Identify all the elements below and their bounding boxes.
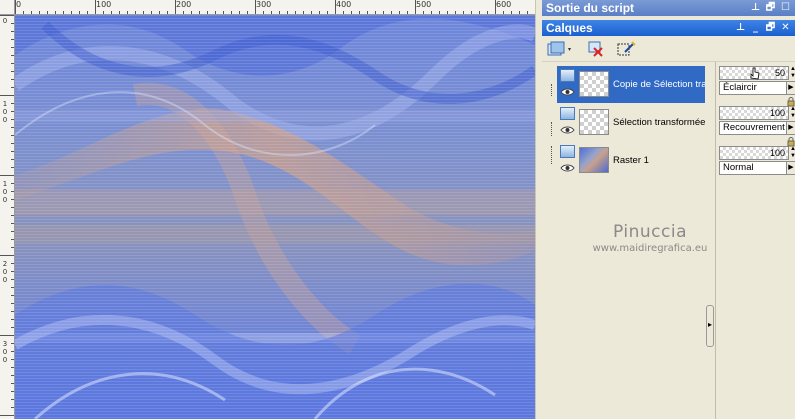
spin-down-icon[interactable]: ▼ — [790, 73, 795, 80]
opacity-slider[interactable]: 100 — [719, 146, 789, 160]
ruler-label: 100 — [96, 0, 112, 9]
ruler-label: 0 — [2, 348, 8, 356]
watermark: Pinuccia www.maidiregrafica.eu — [585, 222, 715, 254]
dropdown-arrow-icon[interactable]: ▶ — [786, 161, 795, 175]
ruler-label: 3 — [2, 340, 8, 348]
ruler-label: 600 — [496, 0, 512, 9]
canvas-image[interactable] — [15, 15, 535, 419]
ruler-label: 0 — [2, 268, 8, 276]
ruler-label: 0 — [2, 276, 8, 284]
ruler-label: 500 — [416, 0, 432, 9]
ruler-vertical: 0 1 0 0 1 0 0 2 0 0 3 0 0 — [0, 15, 15, 419]
blend-mode-select[interactable]: Éclaircir — [719, 81, 787, 95]
ruler-label: 0 — [2, 356, 8, 364]
layer-props-2: 100 ▲ ▼ Normal ▶ — [719, 137, 795, 178]
eye-visibility-icon[interactable] — [560, 87, 575, 97]
raster-layer-icon — [560, 107, 575, 120]
dropdown-arrow-icon[interactable]: ▶ — [786, 81, 795, 95]
selection-edit-icon — [617, 41, 636, 56]
ruler-label: 200 — [176, 0, 192, 9]
layer-row-copy-selection[interactable]: Copie de Sélection transformée — [557, 66, 705, 103]
ruler-label: 0 — [2, 188, 8, 196]
artwork — [15, 15, 535, 419]
spin-up-icon[interactable]: ▲ — [790, 146, 795, 153]
ruler-corner — [0, 0, 15, 15]
restore-icon[interactable]: 🗗 — [764, 21, 777, 34]
edit-selection-button[interactable] — [614, 39, 638, 59]
ruler-label: 300 — [256, 0, 272, 9]
opacity-slider[interactable]: 50 — [719, 66, 789, 80]
pin-icon[interactable]: ⊥ — [734, 21, 747, 34]
ruler-label: 0 — [2, 17, 8, 25]
spin-down-icon[interactable]: ▼ — [790, 113, 795, 120]
minimize-icon[interactable]: _ — [749, 21, 762, 34]
ruler-label: 0 — [16, 0, 22, 9]
blend-mode-select[interactable]: Recouvrement — [719, 121, 787, 135]
raster-layer-icon — [560, 69, 575, 82]
dropdown-arrow-icon[interactable]: ▶ — [786, 121, 795, 135]
opacity-value: 100 — [769, 108, 785, 118]
close-icon[interactable]: ✕ — [779, 21, 792, 34]
ruler-label: 2 — [2, 260, 8, 268]
ruler-label: 1 — [2, 180, 8, 188]
ruler-horizontal: 0 100 200 300 400 500 600 — [15, 0, 535, 15]
ruler-label: 400 — [336, 0, 352, 9]
lock-icon[interactable] — [787, 97, 795, 107]
layer-name[interactable]: Copie de Sélection transformée — [613, 79, 705, 90]
restore-icon[interactable]: 🗗 — [764, 1, 777, 14]
layer-row-raster-1[interactable]: Raster 1 — [557, 142, 705, 179]
spin-up-icon[interactable]: ▲ — [790, 106, 795, 113]
spin-down-icon[interactable]: ▼ — [790, 153, 795, 160]
ruler-label: 0 — [2, 116, 8, 124]
tree-connector — [551, 122, 552, 136]
new-layer-button[interactable] — [546, 39, 574, 59]
blend-mode-select[interactable]: Normal — [719, 161, 787, 175]
delete-layer-button[interactable] — [586, 39, 606, 59]
watermark-url: www.maidiregrafica.eu — [592, 243, 708, 254]
spin-up-icon[interactable]: ▲ — [790, 66, 795, 73]
ruler-label: 0 — [2, 196, 8, 204]
layer-props-0: 50 ▲ ▼ Éclaircir ▶ — [719, 66, 795, 98]
layer-thumbnail — [579, 109, 609, 135]
script-output-titlebar[interactable]: Sortie du script ⊥ 🗗 ☐ — [542, 0, 795, 16]
ruler-label: 0 — [2, 108, 8, 116]
delete-layer-icon — [588, 41, 603, 57]
layer-props-1: 100 ▲ ▼ Recouvrement ▶ — [719, 97, 795, 138]
layers-toolbar — [542, 36, 795, 62]
watermark-name: Pinuccia — [613, 222, 687, 242]
layer-thumbnail — [579, 147, 609, 173]
opacity-slider[interactable]: 100 — [719, 106, 789, 120]
layers-title: Calques — [546, 21, 593, 35]
opacity-value: 50 — [774, 68, 785, 78]
tree-connector — [551, 84, 552, 96]
new-layer-icon — [547, 41, 571, 56]
maximize-icon[interactable]: ☐ — [779, 1, 792, 14]
tree-connector — [551, 146, 552, 164]
layer-name[interactable]: Raster 1 — [613, 155, 705, 166]
eye-visibility-icon[interactable] — [560, 163, 575, 173]
panel-collapse-handle[interactable]: ▸ — [706, 305, 714, 347]
cursor-hand-icon — [750, 67, 760, 80]
lock-icon[interactable] — [787, 137, 795, 147]
raster-layer-icon — [560, 145, 575, 158]
ruler-ticks-horizontal — [15, 0, 528, 14]
pin-icon[interactable]: ⊥ — [749, 1, 762, 14]
script-output-title: Sortie du script — [546, 1, 635, 15]
layer-row-selection-transformed[interactable]: Sélection transformée — [557, 104, 705, 141]
ruler-label: 1 — [2, 100, 8, 108]
layer-properties: 50 ▲ ▼ Éclaircir ▶ 100 ▲ ▼ Recouvrement … — [715, 62, 795, 419]
arrow-right-icon: ▸ — [708, 320, 713, 329]
panel-splitter[interactable] — [535, 0, 542, 419]
layer-name[interactable]: Sélection transformée — [613, 117, 705, 128]
eye-visibility-icon[interactable] — [560, 125, 575, 135]
psp-workspace: 0 100 200 300 400 500 600 0 1 0 0 1 0 0 … — [0, 0, 795, 419]
layers-titlebar[interactable]: Calques ⊥ _ 🗗 ✕ — [542, 20, 795, 36]
opacity-value: 100 — [769, 148, 785, 158]
layer-thumbnail — [579, 71, 609, 97]
